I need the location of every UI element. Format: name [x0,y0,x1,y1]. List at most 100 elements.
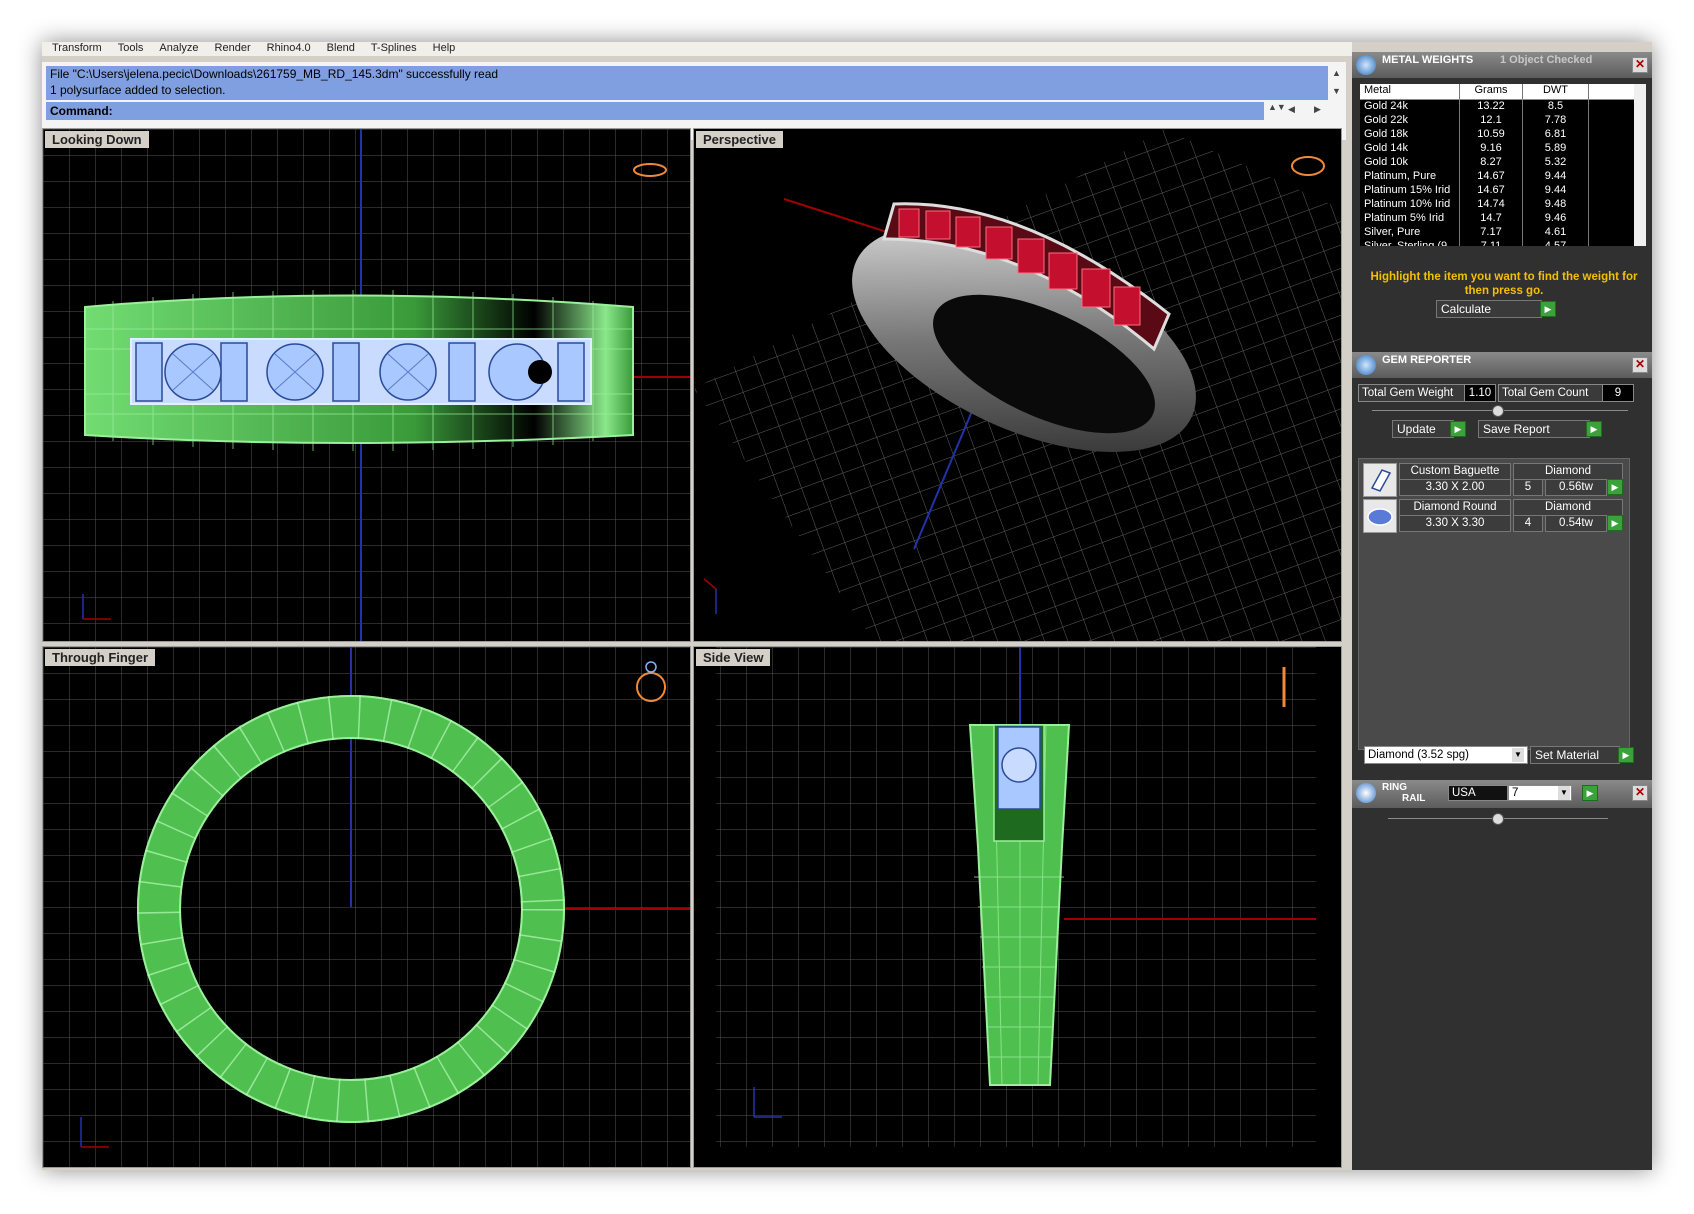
viewport-through-finger[interactable]: Through Finger [42,646,691,1168]
chevron-down-icon[interactable]: ▼ [1512,748,1524,762]
calculate-go-icon[interactable]: ▶ [1540,301,1556,317]
gem-row-baguette[interactable]: Custom Baguette Diamond 3.30 X 2.00 5 0.… [1363,463,1625,497]
command-back-icon[interactable]: ◀ [1288,104,1295,115]
table-row[interactable]: Platinum 10% Irid 14.74 9.48 [1360,198,1634,212]
dwt-cell: 9.44 [1523,184,1589,198]
dwt-cell: 4.61 [1523,226,1589,240]
total-gem-weight-label: Total Gem Weight [1358,384,1466,402]
side-view-canvas [716,647,1316,1147]
table-row[interactable]: Silver, Pure 7.17 4.61 [1360,226,1634,240]
grams-cell: 12.1 [1460,114,1523,128]
menu-blend[interactable]: Blend [327,42,355,54]
viewport-label[interactable]: Through Finger [45,649,156,666]
history-line-1: File "C:\Users\jelena.pecic\Downloads\26… [50,67,499,81]
metal-name-cell: Gold 10k [1360,156,1460,170]
save-report-button[interactable]: Save Report [1478,420,1590,438]
grams-cell: 10.59 [1460,128,1523,142]
material-select[interactable]: Diamond (3.52 spg) [1364,746,1528,764]
gem-name: Custom Baguette [1399,463,1511,480]
gem-weight: 0.54tw [1545,515,1607,532]
total-gem-weight-value: 1.10 [1464,384,1496,402]
looking-down-canvas [43,129,690,641]
dwt-cell: 9.46 [1523,212,1589,226]
dwt-cell: 6.81 [1523,128,1589,142]
calculate-button[interactable]: Calculate [1436,300,1542,318]
ring-rail-slider-knob[interactable] [1492,813,1504,825]
gem-slider-knob[interactable] [1492,405,1504,417]
command-forward-icon[interactable]: ▶ [1314,104,1321,115]
close-icon[interactable]: ✕ [1632,357,1648,373]
round-gem-icon [1363,499,1397,533]
menu-render[interactable]: Render [215,42,251,54]
table-row[interactable]: Gold 10k 8.27 5.32 [1360,156,1634,170]
ring-size-region-select[interactable]: USA [1448,785,1508,801]
dwt-cell: 7.78 [1523,114,1589,128]
table-row[interactable]: Silver, Sterling (9... 7.11 4.57 [1360,240,1634,246]
menu-tsplines[interactable]: T-Splines [371,42,417,54]
menu-tools[interactable]: Tools [118,42,144,54]
metal-name-cell: Platinum 15% Irid [1360,184,1460,198]
table-row[interactable]: Gold 18k 10.59 6.81 [1360,128,1634,142]
dwt-cell: 9.48 [1523,198,1589,212]
dwt-cell: 5.32 [1523,156,1589,170]
grams-cell: 14.74 [1460,198,1523,212]
gem-row-round[interactable]: Diamond Round Diamond 3.30 X 3.30 4 0.54… [1363,499,1625,533]
metal-weights-logo-icon [1356,55,1376,75]
baguette-gem-icon [1363,463,1397,497]
menu-transform[interactable]: Transform [52,42,102,54]
table-row[interactable]: Gold 24k 13.22 8.5 [1360,100,1634,114]
table-row[interactable]: Platinum 15% Irid 14.67 9.44 [1360,184,1634,198]
perspective-canvas [694,129,1341,641]
menu-analyze[interactable]: Analyze [159,42,198,54]
update-button[interactable]: Update [1392,420,1454,438]
history-scroll-up-icon[interactable]: ▲ [1332,68,1341,78]
metal-name-cell: Platinum, Pure [1360,170,1460,184]
dwt-cell: 4.57 [1523,240,1589,246]
column-header-dwt[interactable]: DWT [1523,84,1589,99]
gem-count: 5 [1513,479,1543,496]
viewport-side-view[interactable]: Side View [693,646,1342,1168]
menu-rhino[interactable]: Rhino4.0 [267,42,311,54]
close-icon[interactable]: ✕ [1632,57,1648,73]
viewport-label[interactable]: Side View [696,649,771,666]
column-header-grams[interactable]: Grams [1460,84,1523,99]
gem-reporter-title: GEM REPORTER [1382,354,1472,366]
command-history: File "C:\Users\jelena.pecic\Downloads\26… [46,66,1328,100]
ring-rail-title-1: RING [1382,782,1407,793]
command-input[interactable]: Command: [46,102,1264,120]
metal-name-cell: Silver, Sterling (9... [1360,240,1460,246]
set-material-go-icon[interactable]: ▶ [1618,747,1634,763]
update-go-icon[interactable]: ▶ [1450,421,1466,437]
metal-weights-titlebar: METAL WEIGHTS 1 Object Checked ✕ [1352,52,1652,78]
set-material-button[interactable]: Set Material [1530,746,1620,764]
ring-rail-go-icon[interactable]: ▶ [1582,785,1598,801]
total-gem-count-value: 9 [1602,384,1634,402]
grams-cell: 13.22 [1460,100,1523,114]
gem-go-icon[interactable]: ▶ [1607,479,1623,495]
rhino-window: Transform Tools Analyze Render Rhino4.0 Blend… [42,42,1652,1170]
grams-cell: 9.16 [1460,142,1523,156]
table-row[interactable]: Platinum, Pure 14.67 9.44 [1360,170,1634,184]
gem-go-icon[interactable]: ▶ [1607,515,1623,531]
table-row[interactable]: Gold 14k 9.16 5.89 [1360,142,1634,156]
gem-material: Diamond [1513,499,1623,516]
through-finger-canvas [43,647,690,1167]
metal-weights-hint: Highlight the item you want to find the … [1370,271,1638,297]
column-header-metal[interactable]: Metal [1360,84,1460,99]
save-report-go-icon[interactable]: ▶ [1586,421,1602,437]
command-spin-icon[interactable]: ▲▼ [1268,102,1286,112]
menu-help[interactable]: Help [433,42,456,54]
viewport-label[interactable]: Looking Down [45,131,149,148]
table-row[interactable]: Platinum 5% Irid 14.7 9.46 [1360,212,1634,226]
chevron-down-icon[interactable]: ▼ [1558,786,1570,800]
history-scroll-down-icon[interactable]: ▼ [1332,86,1341,96]
viewport-label[interactable]: Perspective [696,131,783,148]
viewport-looking-down[interactable]: Looking Down [42,128,691,642]
metal-weights-table: Metal Grams DWT Gold 24k 13.22 8.5 Gold 22k… [1360,84,1634,246]
viewport-perspective[interactable]: Perspective [693,128,1342,642]
metal-name-cell: Platinum 10% Irid [1360,198,1460,212]
close-icon[interactable]: ✕ [1632,785,1648,801]
metal-weights-scrollbar[interactable] [1634,84,1646,246]
table-row[interactable]: Gold 22k 12.1 7.78 [1360,114,1634,128]
metal-name-cell: Gold 18k [1360,128,1460,142]
